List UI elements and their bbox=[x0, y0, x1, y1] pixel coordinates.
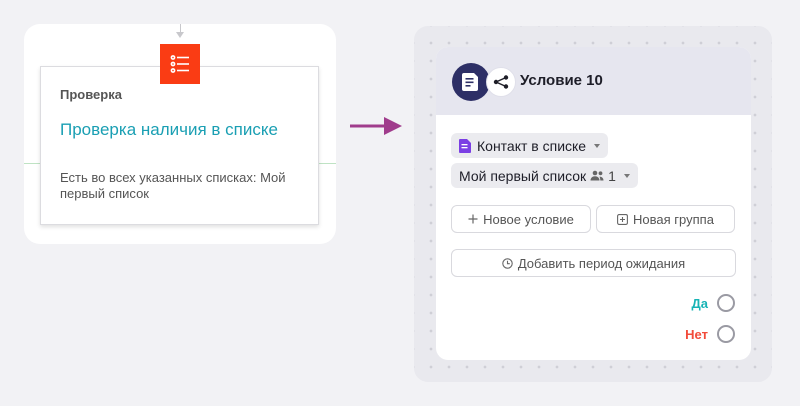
chevron-down-icon bbox=[594, 143, 601, 148]
document-icon bbox=[459, 138, 471, 153]
output-yes-port[interactable] bbox=[717, 294, 735, 312]
node-type-badge bbox=[486, 67, 516, 97]
node-description: Есть во всех указанных списках: Мой перв… bbox=[60, 170, 286, 201]
users-icon bbox=[590, 170, 604, 181]
add-group-button[interactable]: Новая группа bbox=[596, 205, 735, 233]
list-icon bbox=[170, 55, 189, 73]
list-count-value: 1 bbox=[608, 167, 616, 184]
output-no[interactable]: Нет bbox=[685, 325, 735, 343]
output-yes[interactable]: Да bbox=[691, 294, 735, 312]
node-title: Условие 10 bbox=[520, 72, 603, 89]
chevron-down-icon bbox=[623, 173, 630, 178]
list-select-dropdown[interactable]: Мой первый список 1 bbox=[451, 163, 638, 188]
document-icon bbox=[462, 73, 478, 91]
branch-icon bbox=[493, 75, 509, 89]
add-condition-label: Новое условие bbox=[483, 211, 574, 227]
plus-icon bbox=[468, 214, 478, 224]
output-no-port[interactable] bbox=[717, 325, 735, 343]
condition-node-card[interactable]: Условие 10 Контакт в списке Мой первый с… bbox=[436, 47, 751, 360]
list-check-badge bbox=[160, 44, 200, 84]
clock-icon bbox=[502, 257, 513, 269]
list-member-count: 1 bbox=[590, 168, 616, 184]
add-group-icon bbox=[617, 213, 628, 225]
add-group-label: Новая группа bbox=[633, 211, 714, 227]
node-header: Условие 10 bbox=[436, 47, 751, 115]
new-node-canvas: Условие 10 Контакт в списке Мой первый с… bbox=[414, 26, 772, 382]
node-title: Проверка наличия в списке bbox=[60, 120, 278, 139]
add-condition-button[interactable]: Новое условие bbox=[451, 205, 591, 233]
old-node-panel: Проверка Проверка наличия в списке Есть … bbox=[24, 24, 336, 244]
list-name: Мой первый список bbox=[459, 167, 587, 184]
condition-type-label: Контакт в списке bbox=[477, 137, 587, 154]
output-no-label: Нет bbox=[685, 326, 708, 342]
check-node-card[interactable]: Проверка Проверка наличия в списке Есть … bbox=[40, 66, 319, 225]
add-delay-button[interactable]: Добавить период ожидания bbox=[451, 249, 736, 277]
add-delay-label: Добавить период ожидания bbox=[517, 255, 686, 271]
arrow-right-icon bbox=[350, 117, 402, 135]
connector-arrowhead bbox=[176, 32, 184, 38]
node-avatar bbox=[452, 63, 490, 101]
node-type-label: Проверка bbox=[60, 87, 122, 102]
output-yes-label: Да bbox=[691, 295, 709, 311]
condition-type-dropdown[interactable]: Контакт в списке bbox=[451, 133, 609, 158]
